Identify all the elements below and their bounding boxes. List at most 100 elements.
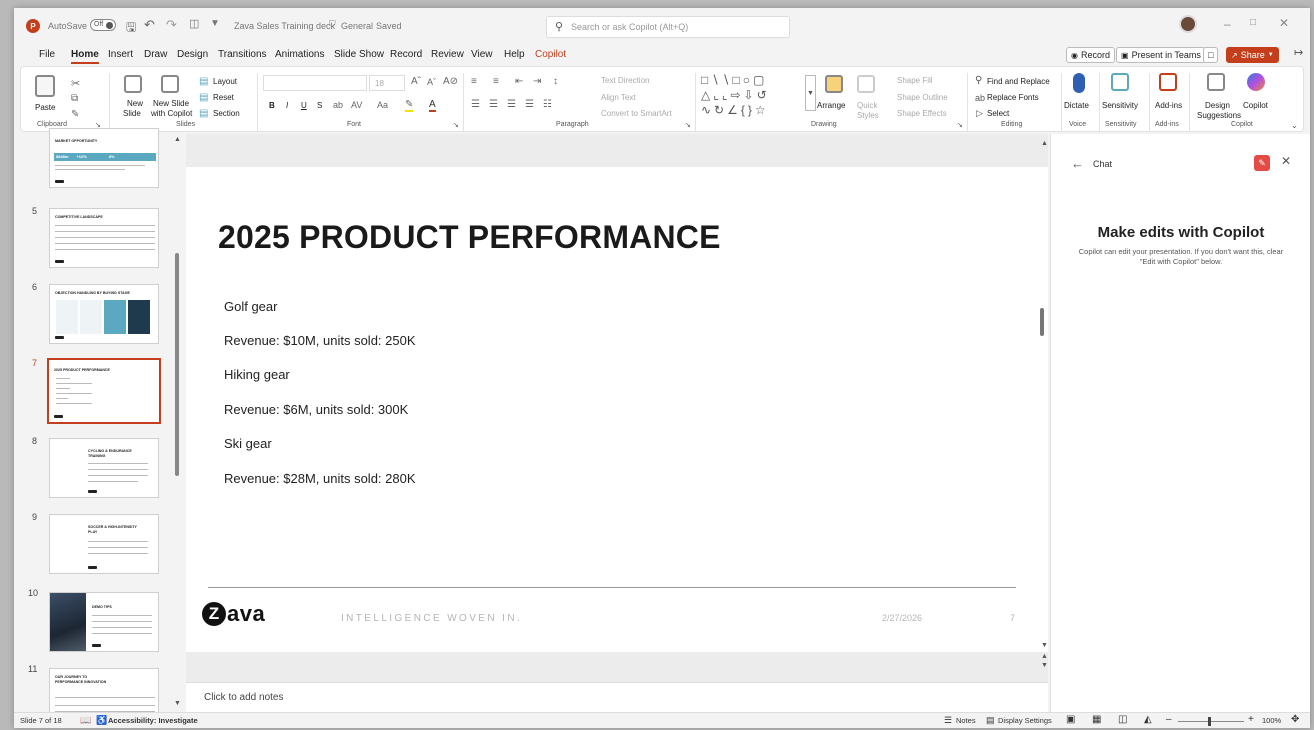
save-icon[interactable]: 🖫 xyxy=(126,18,136,39)
ribbon-collapse-icon[interactable]: ⌄ xyxy=(1291,121,1298,130)
tab-view[interactable]: View xyxy=(471,49,493,60)
align-center-icon[interactable]: ☰ xyxy=(489,99,498,110)
slide-thumbnail[interactable]: COMPETITIVE LANDSCAPE xyxy=(49,208,159,268)
shrink-font-icon[interactable]: Aˇ xyxy=(427,77,436,87)
quick-styles-icon[interactable] xyxy=(857,75,875,93)
avatar[interactable] xyxy=(1179,15,1197,33)
fit-to-window-icon[interactable]: ✥ xyxy=(1291,714,1299,725)
scroll-up-icon[interactable]: ▲ xyxy=(1041,140,1048,147)
search-box[interactable]: ⚲ Search or ask Copilot (Alt+Q) xyxy=(546,16,790,38)
font-color-icon[interactable]: A xyxy=(429,99,436,112)
zoom-slider[interactable] xyxy=(1178,717,1244,726)
shape-effects-button[interactable]: Shape Effects xyxy=(897,109,947,118)
body-text-line[interactable]: Ski gear xyxy=(224,436,272,451)
justify-icon[interactable]: ☰ xyxy=(525,99,534,110)
document-name[interactable]: Zava Sales Training deck xyxy=(234,21,335,31)
tab-slide-show[interactable]: Slide Show xyxy=(334,49,384,60)
slide[interactable]: 2025 PRODUCT PERFORMANCE Golf gear Reven… xyxy=(186,167,1048,652)
slide-thumbnail[interactable]: MARKET OPPORTUNITY $848m +12% 8% xyxy=(49,128,159,188)
notes-pane[interactable]: Click to add notes xyxy=(186,682,1048,712)
align-right-icon[interactable]: ☰ xyxy=(507,99,516,110)
comments-button[interactable]: □ xyxy=(1203,47,1219,63)
tab-design[interactable]: Design xyxy=(177,49,208,60)
align-text-button[interactable]: Align Text xyxy=(601,93,636,102)
close-icon[interactable]: ✕ xyxy=(1281,154,1291,168)
sensitivity-label[interactable]: General xyxy=(341,21,373,31)
align-left-icon[interactable]: ☰ xyxy=(471,99,480,110)
dialog-launcher-icon[interactable]: ↘ xyxy=(453,121,459,129)
copilot-icon[interactable] xyxy=(1247,73,1265,91)
slide-show-icon[interactable]: ◭ xyxy=(1144,714,1152,725)
convert-smartart-button[interactable]: Convert to SmartArt xyxy=(601,109,672,118)
bold-button[interactable]: B xyxy=(269,101,275,110)
notes-placeholder[interactable]: Click to add notes xyxy=(204,692,284,703)
shapes-more-icon[interactable]: ▼ xyxy=(805,75,816,111)
text-direction-button[interactable]: Text Direction xyxy=(601,76,649,85)
close-window-icon[interactable]: ✕ xyxy=(1279,16,1289,30)
paste-button[interactable]: Paste xyxy=(35,103,55,112)
highlight-icon[interactable]: ✎ xyxy=(405,99,414,112)
collapse-ribbon-icon[interactable]: ↦ xyxy=(1294,46,1303,59)
new-slide-copilot-label[interactable]: New Slide xyxy=(153,99,189,108)
slide-thumbnail[interactable]: OBJECTION HANDLING BY BUYING STAGE xyxy=(49,284,159,344)
share-button[interactable]: ↗ Share ▼ xyxy=(1226,47,1279,63)
new-slide-label[interactable]: New xyxy=(127,99,143,108)
new-slide-copilot-icon[interactable] xyxy=(161,75,179,93)
new-chat-icon[interactable]: ✎ xyxy=(1254,155,1270,171)
bullets-icon[interactable]: ≡ xyxy=(471,76,477,87)
tab-home[interactable]: Home xyxy=(71,49,99,64)
previous-slide-icon[interactable]: ▲ xyxy=(1041,653,1048,660)
italic-button[interactable]: I xyxy=(286,101,288,110)
tab-record[interactable]: Record xyxy=(390,49,422,60)
normal-view-icon[interactable]: ▣ xyxy=(1066,714,1075,725)
strikethrough-button[interactable]: S xyxy=(317,101,322,110)
restore-icon[interactable]: □ xyxy=(1250,17,1256,28)
back-arrow-icon[interactable]: ← xyxy=(1071,156,1084,171)
next-slide-icon[interactable]: ▼ xyxy=(1041,662,1048,669)
shape-outline-button[interactable]: Shape Outline xyxy=(897,93,948,102)
format-painter-icon[interactable]: ✎ xyxy=(71,109,79,120)
slide-thumbnail[interactable]: DEMO TIPS xyxy=(49,592,159,652)
undo-icon[interactable]: ↶ xyxy=(144,17,155,33)
font-size-select[interactable]: 18 xyxy=(369,75,405,91)
display-settings-button[interactable]: Display Settings xyxy=(998,716,1052,725)
addins-button[interactable]: Add-ins xyxy=(1155,101,1182,110)
layout-button[interactable]: Layout xyxy=(213,77,237,86)
dictate-button[interactable]: Dictate xyxy=(1064,101,1089,110)
replace-fonts-button[interactable]: Replace Fonts xyxy=(987,93,1039,102)
tab-draw[interactable]: Draw xyxy=(144,49,167,60)
scroll-down-icon[interactable]: ▼ xyxy=(1041,642,1048,649)
arrange-icon[interactable] xyxy=(825,75,843,93)
tab-transitions[interactable]: Transitions xyxy=(218,49,267,60)
char-spacing-icon[interactable]: AV xyxy=(351,100,362,110)
slide-thumbnail-selected[interactable]: 2025 PRODUCT PERFORMANCE xyxy=(47,358,161,424)
zoom-level[interactable]: 100% xyxy=(1262,716,1281,725)
shape-fill-button[interactable]: Shape Fill xyxy=(897,76,933,85)
present-icon[interactable]: ◫ xyxy=(189,17,199,30)
select-button[interactable]: Select xyxy=(987,109,1009,118)
record-button[interactable]: ◉ Record xyxy=(1066,47,1115,63)
accessibility-icon[interactable]: ♿ xyxy=(96,715,107,726)
slide-editor-scrollbar[interactable] xyxy=(1040,308,1044,336)
scroll-up-icon[interactable]: ▲ xyxy=(174,136,181,143)
thumbnail-scrollbar[interactable] xyxy=(175,253,179,476)
tab-copilot[interactable]: Copilot xyxy=(535,49,566,60)
increase-indent-icon[interactable]: ⇥ xyxy=(533,76,541,87)
body-text-line[interactable]: Golf gear xyxy=(224,299,277,314)
cut-icon[interactable]: ✂ xyxy=(71,77,80,90)
grow-font-icon[interactable]: Aˆ xyxy=(411,76,421,87)
customize-qat-icon[interactable]: ▼ xyxy=(210,18,220,29)
clear-format-icon[interactable]: A⊘ xyxy=(443,76,458,87)
slide-sorter-icon[interactable]: ▦ xyxy=(1092,714,1101,725)
redo-icon[interactable]: ↷ xyxy=(166,17,177,33)
copilot-button[interactable]: Copilot xyxy=(1243,101,1268,110)
copy-icon[interactable]: ⧉ xyxy=(71,93,78,104)
font-family-select[interactable] xyxy=(263,75,367,91)
sensitivity-button[interactable]: Sensitivity xyxy=(1102,101,1138,110)
new-slide-icon[interactable] xyxy=(124,75,142,93)
line-spacing-icon[interactable]: ↕ xyxy=(553,76,558,87)
present-in-teams-button[interactable]: ▣ Present in Teams xyxy=(1116,47,1206,63)
underline-button[interactable]: U xyxy=(301,101,307,110)
design-suggestions-button[interactable]: Design xyxy=(1205,101,1230,110)
design-suggestions-icon[interactable] xyxy=(1207,73,1225,91)
